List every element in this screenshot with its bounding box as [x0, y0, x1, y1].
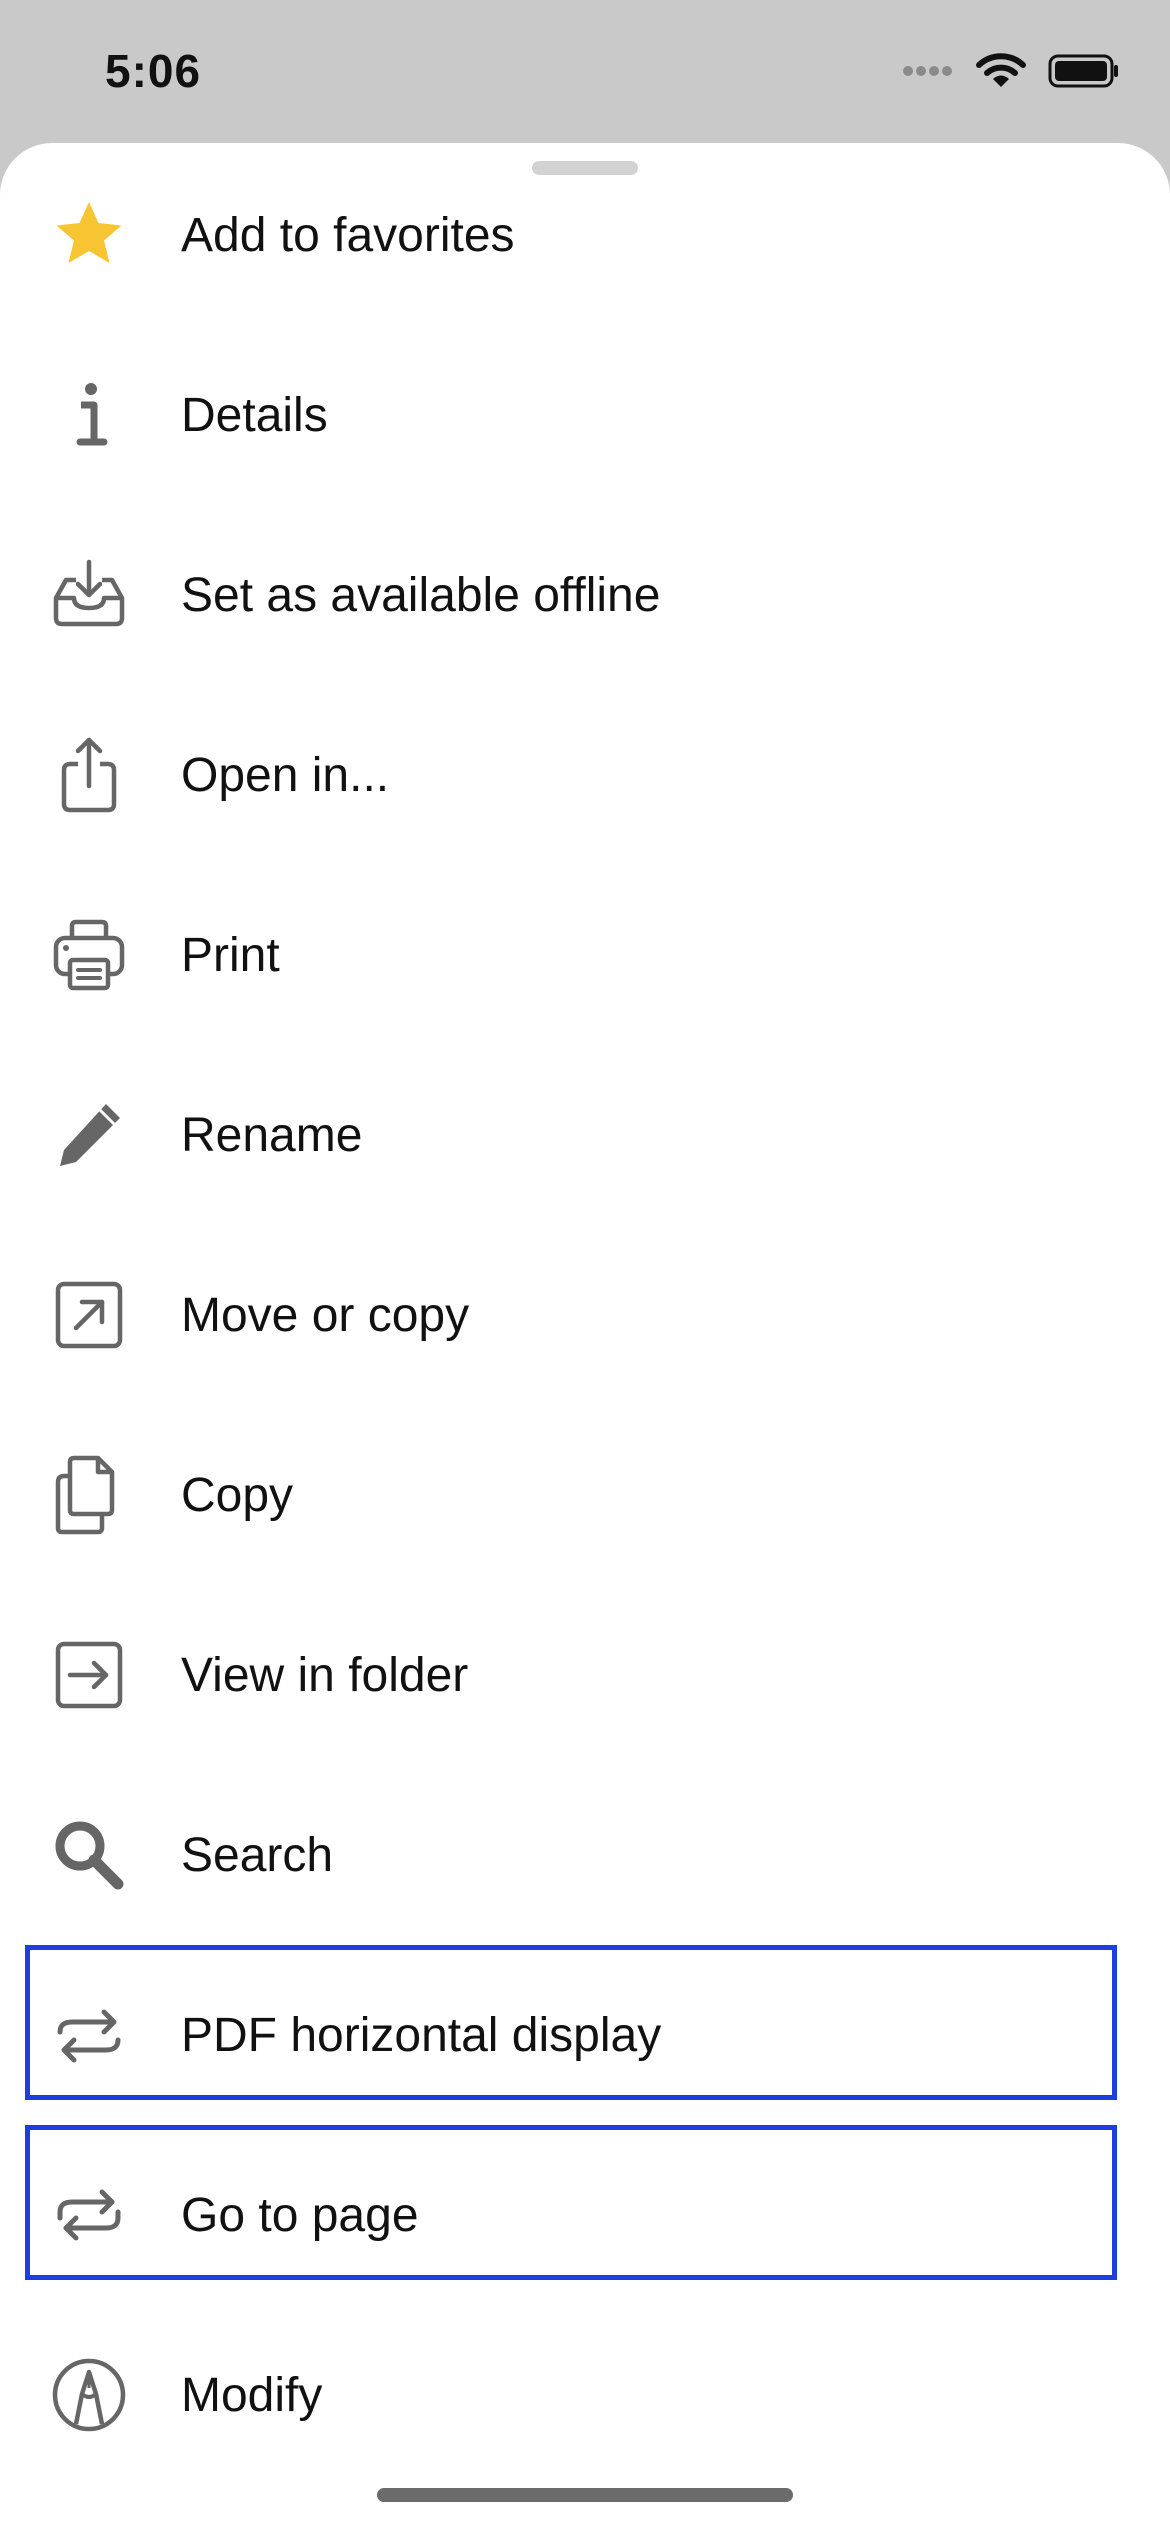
- info-icon: [48, 374, 130, 456]
- menu-item-label: Open in...: [181, 748, 390, 802]
- menu-item-label: Rename: [181, 1108, 363, 1162]
- status-icons: [902, 52, 1120, 95]
- menu-item-label: Move or copy: [181, 1288, 470, 1342]
- copy-icon: [48, 1454, 130, 1536]
- go-to-page-arrows-icon: [48, 2174, 130, 2256]
- status-time: 5:06: [105, 45, 202, 97]
- move-arrow-icon: [48, 1274, 130, 1356]
- menu-item-label: View in folder: [181, 1648, 469, 1702]
- menu-item-print[interactable]: Print: [0, 875, 1170, 1035]
- menu-item-label: Add to favorites: [181, 208, 515, 262]
- menu-item-label: Search: [181, 1828, 334, 1882]
- action-sheet: Add to favorites Details Set as availabl…: [0, 143, 1170, 2532]
- menu-item-add-to-favorites[interactable]: Add to favorites: [0, 155, 1170, 315]
- home-indicator: [377, 2488, 793, 2502]
- status-bar: 5:06: [0, 0, 1170, 140]
- menu-item-label: PDF horizontal display: [181, 2008, 662, 2062]
- menu-item-label: Modify: [181, 2368, 323, 2422]
- star-icon: [48, 194, 130, 276]
- menu-item-search[interactable]: Search: [0, 1775, 1170, 1935]
- menu-item-modify[interactable]: Modify: [0, 2315, 1170, 2475]
- signal-dots-icon: [902, 64, 954, 83]
- menu-item-label: Set as available offline: [181, 568, 661, 622]
- menu-item-pdf-horizontal-display[interactable]: PDF horizontal display: [0, 1955, 1170, 2115]
- menu-item-details[interactable]: Details: [0, 335, 1170, 495]
- menu-item-rename[interactable]: Rename: [0, 1055, 1170, 1215]
- offline-download-icon: [48, 554, 130, 636]
- share-icon: [48, 734, 130, 816]
- horizontal-arrows-icon: [48, 1994, 130, 2076]
- battery-icon: [1048, 54, 1120, 93]
- menu-item-label: Details: [181, 388, 328, 442]
- menu-item-set-offline[interactable]: Set as available offline: [0, 515, 1170, 675]
- menu-item-copy[interactable]: Copy: [0, 1415, 1170, 1575]
- menu-item-view-in-folder[interactable]: View in folder: [0, 1595, 1170, 1755]
- menu-item-move-or-copy[interactable]: Move or copy: [0, 1235, 1170, 1395]
- printer-icon: [48, 914, 130, 996]
- menu-item-label: Go to page: [181, 2188, 419, 2242]
- search-icon: [48, 1814, 130, 1896]
- menu-item-open-in[interactable]: Open in...: [0, 695, 1170, 855]
- view-in-folder-icon: [48, 1634, 130, 1716]
- pen-nib-circle-icon: [48, 2354, 130, 2436]
- pencil-icon: [48, 1094, 130, 1176]
- wifi-icon: [976, 52, 1026, 95]
- menu-item-label: Print: [181, 928, 280, 982]
- menu-item-go-to-page[interactable]: Go to page: [0, 2135, 1170, 2295]
- menu-item-label: Copy: [181, 1468, 294, 1522]
